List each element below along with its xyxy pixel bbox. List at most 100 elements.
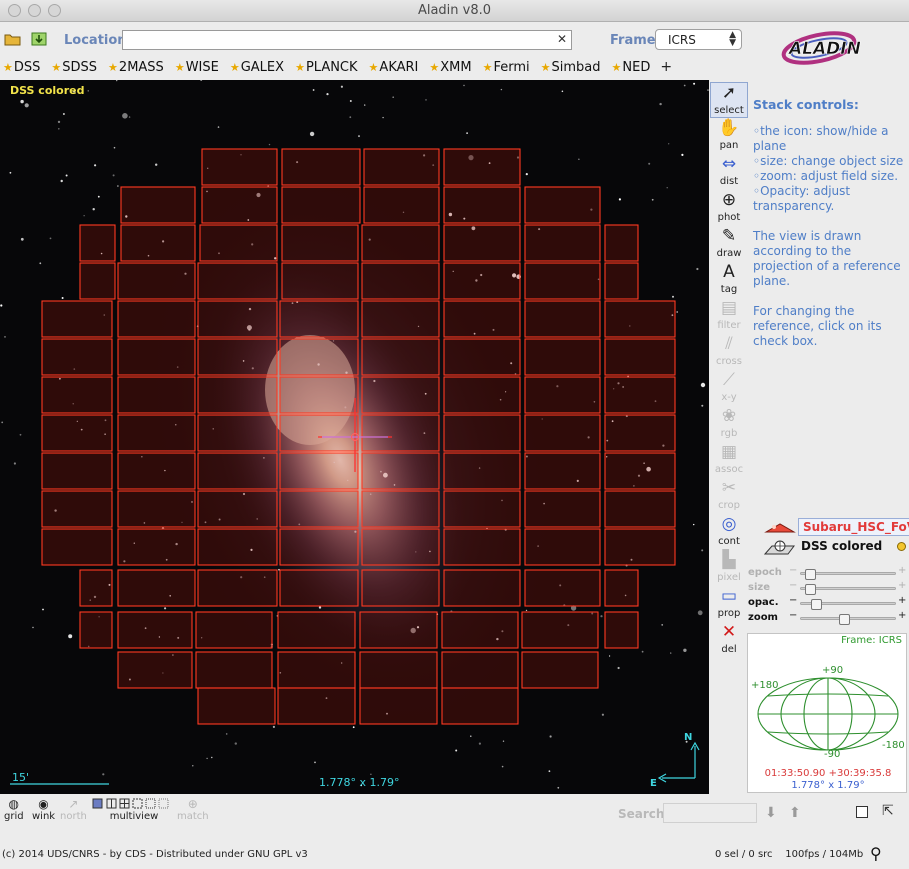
north-button-label: north: [60, 811, 87, 822]
location-input[interactable]: [122, 30, 572, 50]
slider-track[interactable]: [800, 614, 896, 625]
single-window-icon[interactable]: [856, 806, 868, 818]
grid-button-label: grid: [4, 811, 24, 822]
plane-catalog[interactable]: Subaru_HSC_FoV: [760, 518, 909, 536]
slider-size[interactable]: size − +: [746, 580, 909, 596]
wink-button[interactable]: ◉ wink: [32, 797, 55, 822]
grid-button[interactable]: ◍ grid: [4, 797, 24, 822]
tool-phot-button[interactable]: ⊕ phot: [710, 190, 748, 226]
tool-select-button[interactable]: ➚ select: [710, 82, 748, 118]
tool-crop-button[interactable]: ✂ crop: [710, 478, 748, 514]
tool-xy-button[interactable]: ⟋ x-y: [710, 370, 748, 406]
detach-window-icon[interactable]: ⇱: [882, 803, 894, 819]
tool-draw-button[interactable]: ✎ draw: [710, 226, 748, 262]
survey-star-icon: ★: [295, 60, 305, 74]
survey-star-icon: ★: [3, 60, 13, 74]
slider-increase-button[interactable]: +: [898, 610, 906, 621]
multiview-button[interactable]: multiview: [92, 797, 176, 822]
multiview-icon: [92, 797, 176, 811]
scissors-icon: ✂: [721, 478, 737, 498]
search-input[interactable]: [663, 803, 757, 823]
plane-name-subaru[interactable]: Subaru_HSC_FoV: [798, 518, 909, 536]
catalog-plane-icon: [764, 523, 796, 533]
survey-galex[interactable]: ★ GALEX: [227, 60, 284, 75]
slider-decrease-button[interactable]: −: [789, 565, 797, 576]
slider-increase-button[interactable]: +: [898, 565, 906, 576]
tool-cross-button[interactable]: ⫽ cross: [710, 334, 748, 370]
tool-label: cont: [718, 536, 740, 547]
survey-planck[interactable]: ★ PLANCK: [292, 60, 357, 75]
ruler-arrow-icon: ⇔: [721, 154, 737, 174]
compass-north-label: N: [684, 732, 693, 743]
slider-knob[interactable]: [838, 614, 850, 625]
clear-location-icon[interactable]: ✕: [557, 32, 567, 46]
survey-label: AKARI: [379, 59, 419, 75]
survey-star-icon: ★: [229, 60, 240, 74]
survey-akari[interactable]: ★ AKARI: [366, 60, 419, 75]
add-survey-button[interactable]: +: [660, 59, 672, 75]
tool-tag-button[interactable]: Atag: [710, 262, 748, 298]
download-icon[interactable]: [30, 31, 48, 47]
slider-knob[interactable]: [805, 584, 817, 595]
compass-east-label: E: [650, 778, 657, 789]
bottom-bar: ◍ grid ◉ wink ↗ north multiview ⊕ match …: [0, 794, 909, 869]
slider-label: opac.: [748, 597, 779, 608]
tool-label: prop: [717, 608, 741, 619]
image-plane-icon: [763, 540, 795, 555]
slider-track[interactable]: [800, 569, 896, 580]
survey-simbad[interactable]: ★ Simbad: [538, 60, 601, 75]
tool-prop-button[interactable]: ▭ prop: [710, 586, 748, 622]
help-title: Stack controls:: [753, 97, 859, 112]
match-button-label: match: [177, 811, 209, 822]
svg-text:ALADIN: ALADIN: [787, 39, 861, 59]
survey-fermi[interactable]: ★ Fermi: [480, 60, 530, 75]
slider-increase-button[interactable]: +: [898, 595, 906, 606]
slider-decrease-button[interactable]: −: [789, 610, 797, 621]
survey-star-icon: ★: [540, 60, 551, 74]
sky-view[interactable]: DSS colored 15' 1.778° x 1.79° N E: [0, 80, 709, 794]
allsky-minimap[interactable]: Frame: ICRS +90 -90 +180 -180 01:33:50.9…: [747, 633, 907, 793]
north-button[interactable]: ↗ north: [60, 797, 87, 822]
plane-image[interactable]: DSS colored: [760, 538, 909, 556]
survey-star-icon: ★: [174, 60, 185, 74]
survey-sdss[interactable]: ★ SDSS: [48, 60, 97, 75]
reference-plane-checkbox[interactable]: [897, 542, 906, 551]
slider-track[interactable]: [800, 599, 896, 610]
tool-dist-button[interactable]: ⇔ dist: [710, 154, 748, 190]
frame-select[interactable]: ICRS ▲ ▼: [655, 29, 742, 50]
help-para-reference: For changing the reference, click on its…: [753, 304, 882, 348]
slider-increase-button[interactable]: +: [898, 580, 906, 591]
telescope-icon[interactable]: ⚲: [870, 844, 882, 863]
slider-knob[interactable]: [805, 569, 817, 580]
tool-pan-button[interactable]: ✋ pan: [710, 118, 748, 154]
slider-decrease-button[interactable]: −: [789, 595, 797, 606]
slider-epoch[interactable]: epoch − +: [746, 565, 909, 581]
survey-wise[interactable]: ★ WISE: [172, 60, 219, 75]
tool-cont-button[interactable]: ◎ cont: [710, 514, 748, 550]
slider-decrease-button[interactable]: −: [789, 580, 797, 591]
minimap-bottom-label: -90: [824, 749, 841, 760]
slider-zoom[interactable]: zoom − +: [746, 610, 909, 626]
tool-del-button[interactable]: ✕ del: [710, 622, 748, 658]
survey-dss[interactable]: ★ DSS: [0, 60, 40, 75]
open-folder-icon[interactable]: [4, 31, 22, 47]
multiview-button-label: multiview: [109, 811, 159, 822]
aladin-logo: ALADIN: [775, 24, 865, 68]
tool-filter-button[interactable]: ▤ filter: [710, 298, 748, 334]
search-prev-icon[interactable]: ⬆: [789, 805, 801, 821]
match-button[interactable]: ⊕ match: [177, 797, 209, 822]
tool-label: filter: [717, 320, 741, 331]
slider-opac[interactable]: opac. − +: [746, 595, 909, 611]
tool-pixel-button[interactable]: ▙ pixel: [710, 550, 748, 586]
search-next-icon[interactable]: ⬇: [765, 805, 777, 821]
survey-label: Simbad: [551, 59, 601, 75]
survey-xmm[interactable]: ★ XMM: [426, 60, 471, 75]
tool-rgb-button[interactable]: ❀ rgb: [710, 406, 748, 442]
slider-knob[interactable]: [811, 599, 823, 610]
survey-label: WISE: [185, 59, 219, 75]
sky-image: [0, 80, 709, 794]
survey-2mass[interactable]: ★ 2MASS: [105, 60, 164, 75]
slider-track[interactable]: [800, 584, 896, 595]
tool-assoc-button[interactable]: ▦ assoc: [710, 442, 748, 478]
survey-ned[interactable]: ★ NED: [609, 60, 651, 75]
